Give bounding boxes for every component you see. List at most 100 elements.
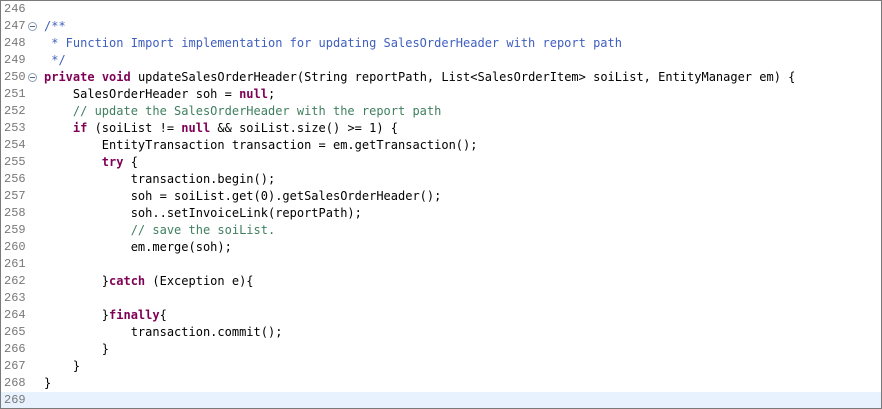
line-number: 264 (4, 308, 26, 322)
line-number: 265 (4, 325, 26, 339)
line-number: 252 (4, 104, 26, 118)
code-line[interactable]: 246 (1, 1, 881, 18)
code-token: soh..setInvoiceLink(reportPath); (44, 206, 362, 220)
keyword-token: void (101, 70, 131, 84)
code-token: transaction.commit(); (44, 325, 283, 339)
code-token: (soiList != (87, 121, 182, 135)
code-text: soh..setInvoiceLink(reportPath); (44, 205, 362, 222)
code-token: transaction.begin(); (44, 172, 276, 186)
code-text: soh = soiList.get(0).getSalesOrderHeader… (44, 188, 442, 205)
code-line[interactable]: 252 // update the SalesOrderHeader with … (1, 103, 881, 120)
code-line[interactable]: 251 SalesOrderHeader soh = null; (1, 86, 881, 103)
code-line[interactable]: 253 if (soiList != null && soiList.size(… (1, 120, 881, 137)
line-number: 263 (4, 291, 26, 305)
code-line[interactable]: 261 (1, 256, 881, 273)
code-text: * Function Import implementation for upd… (44, 35, 622, 52)
code-text: try { (44, 154, 138, 171)
code-token: updateSalesOrderHeader(String reportPath… (130, 70, 796, 84)
line-number: 257 (4, 189, 26, 203)
javadoc-token: */ (44, 53, 66, 67)
code-text: // update the SalesOrderHeader with the … (44, 103, 441, 120)
code-line[interactable]: 250 private void updateSalesOrderHeader(S… (1, 69, 881, 86)
code-line[interactable]: 268} (1, 375, 881, 392)
comment-token: // save the soiList. (44, 223, 276, 237)
code-line[interactable]: 257 soh = soiList.get(0).getSalesOrderHe… (1, 188, 881, 205)
code-token: } (44, 359, 81, 373)
code-text: } (44, 375, 51, 392)
keyword-token: finally (109, 308, 160, 322)
code-token: { (123, 155, 138, 169)
line-number: 251 (4, 87, 26, 101)
current-code-line[interactable]: 269 (1, 392, 881, 408)
line-number: 255 (4, 155, 26, 169)
line-number: 266 (4, 342, 26, 356)
line-number: 260 (4, 240, 26, 254)
keyword-token: null (181, 121, 211, 135)
keyword-token: if (72, 121, 88, 135)
line-number: 254 (4, 138, 26, 152)
fold-minus-icon[interactable] (28, 22, 37, 31)
code-line[interactable]: 267 } (1, 358, 881, 375)
code-text: em.merge(soh); (44, 239, 232, 256)
code-line[interactable]: 256 transaction.begin(); (1, 171, 881, 188)
code-text: private void updateSalesOrderHeader(Stri… (44, 69, 795, 86)
line-number: 268 (4, 376, 26, 390)
line-number: 269 (4, 393, 26, 407)
code-text: // save the soiList. (44, 222, 276, 239)
code-text: } (44, 341, 109, 358)
code-token: } (44, 308, 110, 322)
code-line[interactable]: 258 soh..setInvoiceLink(reportPath); (1, 205, 881, 222)
code-line[interactable]: 247/** (1, 18, 881, 35)
line-number: 248 (4, 36, 26, 50)
code-text: transaction.begin(); (44, 171, 276, 188)
code-line[interactable]: 259 // save the soiList. (1, 222, 881, 239)
code-text: } (44, 358, 80, 375)
code-token: EntityTransaction transaction = em.getTr… (44, 138, 478, 152)
code-lines: 246 247/** 248 * Function Import implement… (1, 1, 881, 408)
code-line[interactable]: 255 try { (1, 154, 881, 171)
comment-token: // update the SalesOrderHeader with the … (44, 104, 442, 118)
javadoc-token: /** (44, 19, 66, 33)
code-line[interactable]: 260 em.merge(soh); (1, 239, 881, 256)
code-token: SalesOrderHeader soh = (44, 87, 240, 101)
code-text: if (soiList != null && soiList.size() >=… (44, 120, 398, 137)
code-text: SalesOrderHeader soh = null; (44, 86, 275, 103)
fold-minus-icon[interactable] (28, 73, 37, 82)
code-token: ; (267, 87, 276, 101)
code-token: } (44, 274, 110, 288)
code-line[interactable]: 265 transaction.commit(); (1, 324, 881, 341)
keyword-token: try (101, 155, 124, 169)
code-line[interactable]: 264 }finally{ (1, 307, 881, 324)
code-token: em.merge(soh); (44, 240, 232, 254)
code-token: { (159, 308, 167, 322)
keyword-token: catch (109, 274, 146, 288)
code-token: (Exception e){ (145, 274, 254, 288)
code-line[interactable]: 249 */ (1, 52, 881, 69)
code-line[interactable]: 263 (1, 290, 881, 307)
keyword-token: null (239, 87, 268, 101)
code-line[interactable]: 262 }catch (Exception e){ (1, 273, 881, 290)
line-number: 258 (4, 206, 26, 220)
line-number: 261 (4, 257, 26, 271)
code-text: /** (44, 18, 66, 35)
keyword-token: private (44, 70, 95, 84)
code-text: transaction.commit(); (44, 324, 283, 341)
code-line[interactable]: 266 } (1, 341, 881, 358)
code-token: } (44, 376, 52, 390)
line-number: 253 (4, 121, 26, 135)
code-token: soh = soiList.get(0).getSalesOrderHeader… (44, 189, 442, 203)
code-text: EntityTransaction transaction = em.getTr… (44, 137, 478, 154)
code-text: }catch (Exception e){ (44, 273, 254, 290)
line-number: 262 (4, 274, 26, 288)
line-number: 267 (4, 359, 26, 373)
code-line[interactable]: 248 * Function Import implementation for… (1, 35, 881, 52)
code-token: && soiList.size() >= 1) { (210, 121, 399, 135)
code-text: }finally{ (44, 307, 167, 324)
code-editor[interactable]: 246 247/** 248 * Function Import implement… (0, 0, 882, 409)
line-number: 256 (4, 172, 26, 186)
line-number: 249 (4, 53, 26, 67)
code-line[interactable]: 254 EntityTransaction transaction = em.g… (1, 137, 881, 154)
